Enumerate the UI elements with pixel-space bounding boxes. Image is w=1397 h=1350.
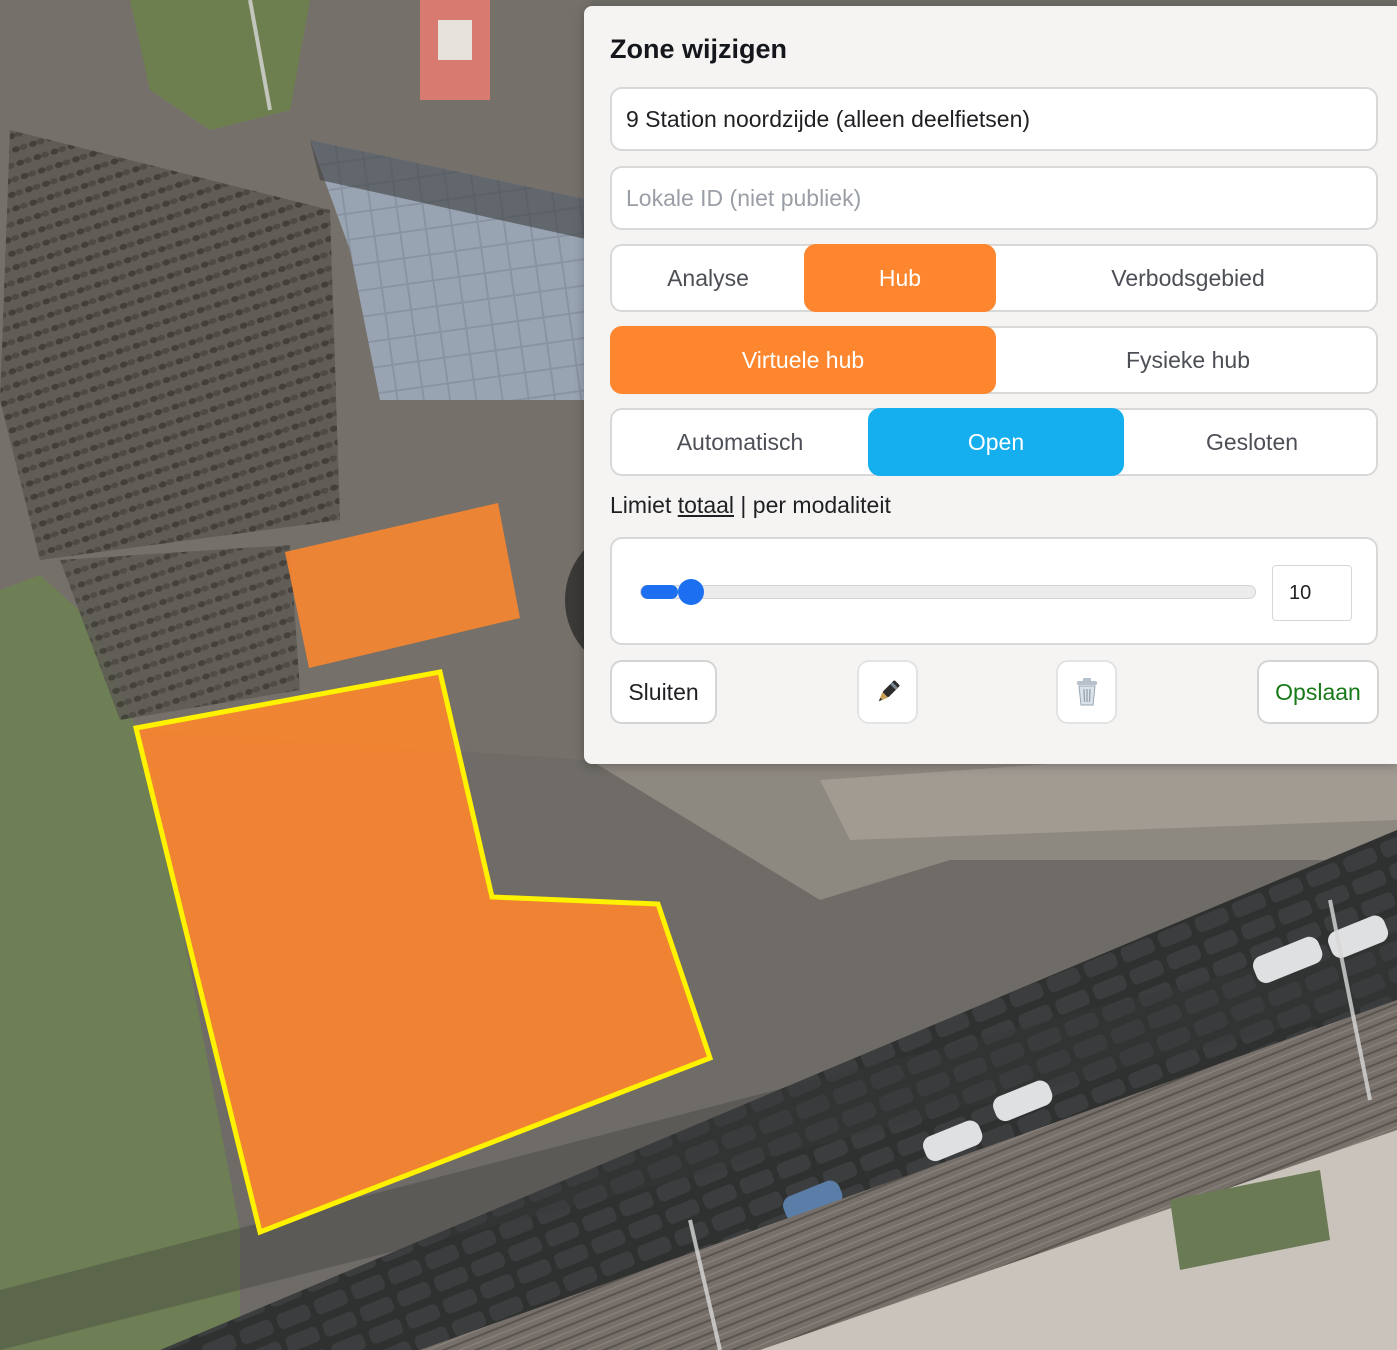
hub-state-selector: Automatisch Open Gesloten (610, 408, 1378, 476)
limit-separator: | (740, 492, 747, 518)
delete-button[interactable] (1056, 660, 1117, 724)
panel-title: Zone wijzigen (610, 34, 788, 64)
limit-slider-track[interactable] (640, 585, 1256, 599)
limit-label: Limiet totaal | per modaliteit (610, 492, 891, 519)
zone-edit-panel: Zone wijzigen Analyse Hub Verbodsgebied … (584, 6, 1397, 764)
hub-state-open[interactable]: Open (868, 408, 1124, 476)
save-button[interactable]: Opslaan (1257, 660, 1379, 724)
close-button[interactable]: Sluiten (610, 660, 717, 724)
limit-option-total[interactable]: totaal (678, 492, 734, 518)
hub-type-virtual[interactable]: Virtuele hub (610, 326, 996, 394)
edit-shape-button[interactable] (857, 660, 918, 724)
local-id-input[interactable] (610, 166, 1378, 230)
hub-type-selector: Virtuele hub Fysieke hub (610, 326, 1378, 394)
zone-type-analyse[interactable]: Analyse (612, 244, 804, 312)
hub-state-closed[interactable]: Gesloten (1124, 408, 1380, 476)
zone-type-hub[interactable]: Hub (804, 244, 996, 312)
limit-option-per-modality[interactable]: per modaliteit (753, 492, 891, 518)
limit-slider-handle[interactable] (677, 579, 704, 605)
zone-type-verbodsgebied[interactable]: Verbodsgebied (996, 244, 1380, 312)
limit-value-input[interactable] (1272, 565, 1352, 621)
limit-slider-fill (641, 585, 678, 599)
zone-name-input[interactable] (610, 87, 1378, 151)
pen-icon (878, 680, 899, 702)
hub-type-physical[interactable]: Fysieke hub (996, 326, 1380, 394)
zone-type-selector: Analyse Hub Verbodsgebied (610, 244, 1378, 312)
limit-prefix: Limiet (610, 492, 672, 518)
hub-state-automatic[interactable]: Automatisch (612, 408, 868, 476)
limit-slider-box (610, 537, 1378, 645)
trash-icon (1076, 678, 1097, 706)
